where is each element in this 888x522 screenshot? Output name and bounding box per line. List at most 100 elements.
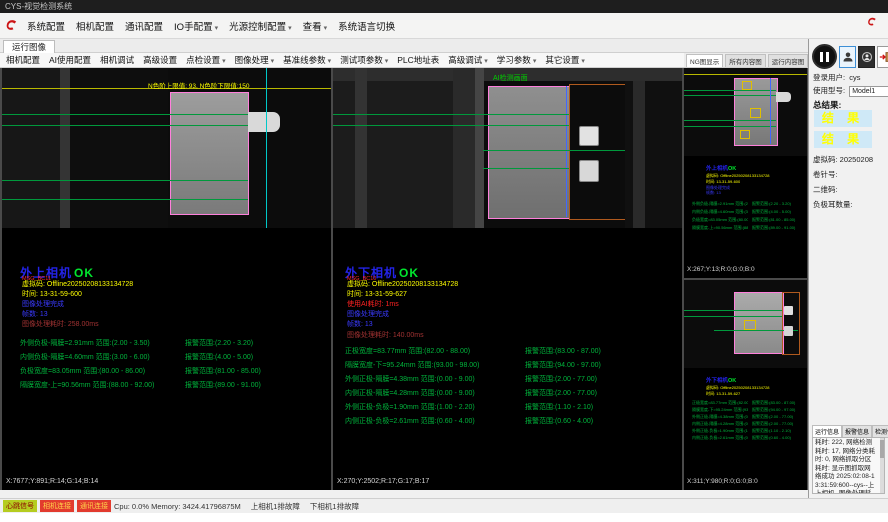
alarm-range: 报警范围:(1.10 - 2.10) bbox=[525, 402, 593, 412]
user-login-button[interactable] bbox=[839, 46, 856, 68]
heartbeat-badge: 心跳信号 bbox=[3, 500, 37, 512]
alarm-range: 报警范围:(83.00 - 87.00) bbox=[525, 346, 601, 356]
menu-item-camera-config[interactable]: 相机配置 bbox=[76, 19, 114, 33]
login-user-label: 登录用户: bbox=[813, 73, 845, 82]
tool-ai-use-config[interactable]: AI使用配置 bbox=[49, 54, 91, 66]
tab-strip: 运行图像 bbox=[0, 39, 808, 53]
pause-button[interactable] bbox=[812, 44, 837, 69]
pixel-coords-readout: X:311;Y:980;R:0;G:0;B:0 bbox=[687, 478, 758, 485]
green-measure-line bbox=[333, 114, 569, 115]
green-measure-line bbox=[684, 126, 776, 127]
pixel-coords-readout: X:267;Y:13;R:0;G:0;B:0 bbox=[687, 266, 755, 273]
processing-time-line: 图像处理耗时: 258.00ms bbox=[22, 321, 99, 329]
mini-tab-run-images[interactable]: 运行内容图 bbox=[768, 54, 809, 67]
log-scrollbar-thumb[interactable] bbox=[880, 440, 884, 458]
alarm-range: 报警范围:(94.00 - 97.00) bbox=[525, 360, 601, 370]
menu-item-language-switch[interactable]: 系统语言切换 bbox=[338, 19, 395, 33]
tool-camera-debug[interactable]: 相机调试 bbox=[100, 54, 134, 66]
machine-structure bbox=[333, 68, 473, 228]
measurement-value: 外侧正极-负极=1.90mm 范围:(1.00 - 2.20) bbox=[345, 404, 475, 411]
mini-image-upper[interactable] bbox=[684, 68, 807, 156]
pause-icon bbox=[820, 52, 823, 62]
frame-count-line: 帧数: 13 bbox=[22, 311, 48, 319]
camera-image-upper[interactable]: N色阶上限值: 93, N色阶下限值:150 bbox=[2, 68, 331, 228]
run-log[interactable]: 耗时: 222, 网络检测耗时: 17, 网络分类耗时: 0, 网络抓取分区耗时… bbox=[812, 437, 885, 494]
lower-camera-fault-text: 下相机1排故障 bbox=[310, 501, 359, 512]
model-select[interactable]: Model1 bbox=[849, 86, 888, 97]
mini-result-title: 外上相机OK bbox=[706, 164, 736, 172]
green-measure-line bbox=[483, 150, 625, 151]
ai-detect-box bbox=[569, 84, 627, 220]
mini-tab-all-images[interactable]: 所有内容图 bbox=[725, 54, 766, 67]
tool-camera-config[interactable]: 相机配置 bbox=[6, 54, 40, 66]
green-measure-line bbox=[684, 95, 776, 96]
measurement-value: 隔膜宽度-下=95.24mm 范围:(93.00 - 98.00) bbox=[345, 362, 479, 369]
control-buttons bbox=[812, 44, 888, 69]
tab-highlight-spot bbox=[579, 126, 599, 146]
window-title: CYS-视觉检测系统 bbox=[5, 2, 72, 11]
cpu-memory-readout: Cpu: 0.0% Memory: 3424.41796875M bbox=[114, 502, 241, 511]
mini-tab-ng-display[interactable]: NG图显示 bbox=[686, 54, 723, 67]
tool-test-item-params[interactable]: 测试项参数 bbox=[340, 54, 388, 66]
virtual-code-field: 虚拟码: 20250208 bbox=[813, 154, 873, 165]
processing-done-line: 图像处理完成 bbox=[347, 311, 389, 319]
mini-measurement-row: 内侧正极-负极=2.61mm 范围:(0.60 - 4.00)报警范围:(0.6… bbox=[692, 435, 807, 440]
status-ok: OK bbox=[74, 266, 94, 280]
brand-logo-icon bbox=[4, 18, 19, 33]
camera-image-lower[interactable]: AI检测画面 bbox=[333, 68, 682, 228]
menu-item-system-config[interactable]: 系统配置 bbox=[27, 19, 65, 33]
mini-result-title: 外下相机OK bbox=[706, 376, 736, 384]
machine-rail bbox=[60, 68, 70, 228]
mini-image-lower[interactable] bbox=[684, 280, 807, 368]
mini-measurement-row: 外侧正极-负极=1.90mm 范围:(1.00 - 2.20)报警范围:(1.1… bbox=[692, 428, 807, 433]
login-user-row: 登录用户: cys bbox=[813, 72, 860, 83]
run-log-text: 耗时: 222, 网络检测耗时: 17, 网络分类耗时: 0, 网络抓取分区耗时… bbox=[815, 439, 875, 494]
exit-button[interactable] bbox=[877, 46, 888, 68]
mini-measurement-row: 负极宽度=83.05mm 范围:(80.00 - 86.00)报警范围:(81.… bbox=[692, 217, 807, 222]
menu-item-light-control[interactable]: 光源控制配置 bbox=[229, 19, 292, 33]
green-measure-line bbox=[2, 114, 248, 115]
green-measure-line bbox=[684, 90, 776, 91]
cell-region-outline bbox=[170, 92, 249, 215]
threshold-annotation: N色阶上限值: 93, N色阶下限值:150 bbox=[148, 80, 250, 90]
time-line: 时间: 13-31-59-600 bbox=[706, 179, 740, 184]
tool-advanced-debug[interactable]: 高级调试 bbox=[448, 54, 488, 66]
measurement-row: 内侧正极-负极=2.61mm 范围:(0.60 - 4.00)报警范围:(0.6… bbox=[345, 416, 475, 426]
log-scrollbar[interactable] bbox=[880, 438, 884, 493]
time-line: 时间: 13-31-59-627 bbox=[347, 291, 407, 299]
virtual-code-line: 虚拟码: Offline20250208133134728 bbox=[706, 173, 770, 178]
tool-image-processing[interactable]: 图像处理 bbox=[235, 54, 275, 66]
connector-part bbox=[776, 92, 791, 102]
yellow-roi-box bbox=[742, 81, 752, 90]
tool-plc-address-table[interactable]: PLC地址表 bbox=[397, 54, 439, 66]
measurement-value: 外侧负极-隔膜=2.91mm 范围:(2.00 - 3.50) bbox=[20, 340, 150, 347]
cyan-crosshair-line bbox=[266, 68, 267, 228]
app-window: CYS-视觉检测系统 系统配置 相机配置 通讯配置 IO手配置 光源控制配置 查… bbox=[0, 0, 888, 522]
measurement-value: 隔膜宽度-上=90.56mm 范围:(88.00 - 92.00) bbox=[20, 382, 154, 389]
tool-learning-params[interactable]: 学习参数 bbox=[497, 54, 537, 66]
menu-item-view[interactable]: 查看 bbox=[303, 19, 328, 33]
machine-structure bbox=[70, 68, 168, 228]
camera-connect-badge: 相机连接 bbox=[40, 500, 74, 512]
menu-item-io-config[interactable]: IO手配置 bbox=[174, 19, 218, 33]
operator-button[interactable] bbox=[858, 46, 875, 68]
camera-panel-upper: N色阶上限值: 93, N色阶下限值:150 外上相机OK MSG_BC11 虚… bbox=[2, 68, 331, 490]
processing-time-line: 图像处理耗时: 140.00ms bbox=[347, 332, 424, 340]
menu-item-comm-config[interactable]: 通讯配置 bbox=[125, 19, 163, 33]
tab-run-image[interactable]: 运行图像 bbox=[3, 40, 55, 54]
user-icon bbox=[842, 50, 854, 64]
tool-advanced-settings[interactable]: 高级设置 bbox=[143, 54, 177, 66]
yellow-roi-box bbox=[740, 130, 750, 139]
measurement-row: 隔膜宽度-下=95.24mm 范围:(93.00 - 98.00)报警范围:(9… bbox=[345, 360, 479, 370]
result-box-upper: 结 果 bbox=[814, 110, 872, 127]
status-ok: OK bbox=[728, 378, 736, 384]
pause-icon bbox=[826, 52, 829, 62]
measurement-value: 内侧正极-负极=2.61mm 范围:(0.60 - 4.00) bbox=[345, 418, 475, 425]
tool-baseline-params[interactable]: 基准线参数 bbox=[283, 54, 331, 66]
tool-spot-check[interactable]: 点检设置 bbox=[186, 54, 226, 66]
comm-connect-badge: 通讯连接 bbox=[77, 500, 111, 512]
tool-other-settings[interactable]: 其它设置 bbox=[545, 54, 585, 66]
status-ok: OK bbox=[728, 166, 736, 172]
connector-part bbox=[248, 112, 280, 132]
virtual-code-line: 虚拟码: Offline20250208133134728 bbox=[347, 281, 458, 289]
